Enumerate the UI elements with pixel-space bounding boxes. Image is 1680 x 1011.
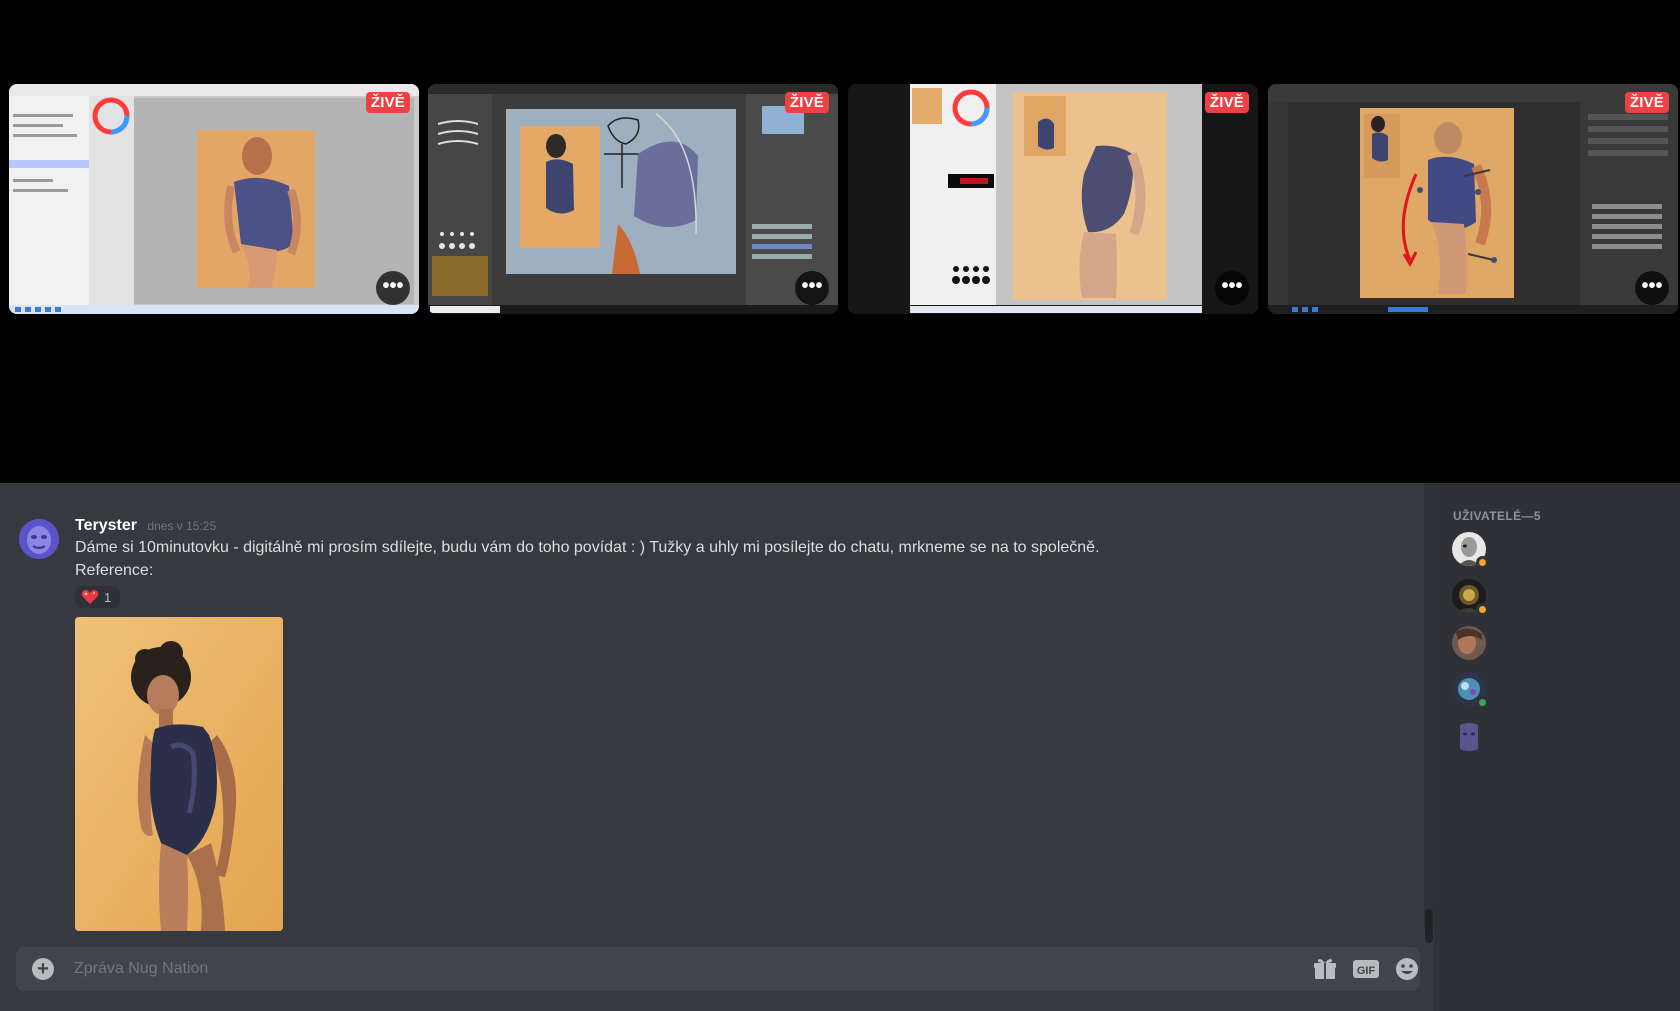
live-badge: ŽIVĚ bbox=[1624, 92, 1669, 113]
message-composer: + GIF bbox=[16, 947, 1420, 991]
stream-screen-2 bbox=[428, 84, 838, 314]
stream-screen-4 bbox=[1268, 84, 1678, 314]
stream-tile-1[interactable]: ŽIVĚ ••• bbox=[9, 84, 419, 314]
chat-scrollbar[interactable] bbox=[1424, 483, 1434, 943]
member-item[interactable] bbox=[1452, 626, 1486, 660]
reaction-heart[interactable]: 1 bbox=[75, 586, 120, 608]
avatar bbox=[1452, 626, 1486, 660]
member-item[interactable] bbox=[1452, 719, 1486, 753]
more-options-icon[interactable]: ••• bbox=[1215, 271, 1249, 305]
message-header: Teryster dnes v 15:25 bbox=[75, 517, 216, 535]
member-item[interactable] bbox=[1452, 672, 1489, 709]
live-badge: ŽIVĚ bbox=[1204, 92, 1249, 113]
status-idle-icon bbox=[1476, 603, 1489, 616]
member-list-title: UŽIVATELÉ—5 bbox=[1453, 509, 1541, 523]
member-item[interactable] bbox=[1452, 532, 1489, 569]
message-timestamp: dnes v 15:25 bbox=[147, 519, 217, 533]
stream-screen-3 bbox=[848, 84, 1258, 314]
more-options-icon[interactable]: ••• bbox=[795, 271, 829, 305]
emoji-icon[interactable] bbox=[1394, 957, 1420, 981]
more-options-icon[interactable]: ••• bbox=[376, 271, 410, 305]
image-attachment[interactable] bbox=[75, 617, 283, 931]
author-name[interactable]: Teryster bbox=[75, 517, 137, 534]
status-idle-icon bbox=[1476, 556, 1489, 569]
member-list: UŽIVATELÉ—5 bbox=[1434, 483, 1680, 1011]
stream-grid: ŽIVĚ ••• ŽIVĚ ••• ŽIVĚ ••• ŽIVĚ ••• bbox=[0, 0, 1680, 483]
live-badge: ŽIVĚ bbox=[365, 92, 410, 113]
stream-tile-4[interactable]: ŽIVĚ ••• bbox=[1268, 84, 1678, 314]
sparkling-heart-icon bbox=[81, 590, 99, 604]
avatar[interactable] bbox=[19, 519, 59, 559]
member-item[interactable] bbox=[1452, 579, 1489, 616]
stream-tile-3[interactable]: ŽIVĚ ••• bbox=[848, 84, 1258, 314]
reference-photo bbox=[75, 617, 283, 931]
scrollbar-thumb[interactable] bbox=[1425, 909, 1433, 943]
message-text-reference: Reference: bbox=[75, 562, 154, 579]
stream-tile-2[interactable]: ŽIVĚ ••• bbox=[428, 84, 838, 314]
stream-screen-1 bbox=[9, 84, 419, 314]
reaction-count: 1 bbox=[104, 589, 112, 605]
message-input[interactable] bbox=[74, 955, 1254, 983]
chat-panel: Teryster dnes v 15:25 Dáme si 10minutovk… bbox=[0, 483, 1434, 1011]
gift-icon[interactable] bbox=[1312, 957, 1338, 981]
avatar bbox=[1452, 719, 1486, 753]
add-attachment-icon[interactable]: + bbox=[32, 958, 54, 980]
live-badge: ŽIVĚ bbox=[784, 92, 829, 113]
status-online-icon bbox=[1476, 696, 1489, 709]
message-text: Dáme si 10minutovku - digitálně mi prosí… bbox=[75, 539, 1100, 556]
more-options-icon[interactable]: ••• bbox=[1635, 271, 1669, 305]
gif-icon[interactable]: GIF bbox=[1353, 957, 1379, 981]
avatar-image bbox=[19, 519, 59, 559]
app-window: ŽIVĚ ••• ŽIVĚ ••• ŽIVĚ ••• ŽIVĚ ••• Tery… bbox=[0, 0, 1680, 1011]
gif-icon-label: GIF bbox=[1357, 965, 1376, 977]
